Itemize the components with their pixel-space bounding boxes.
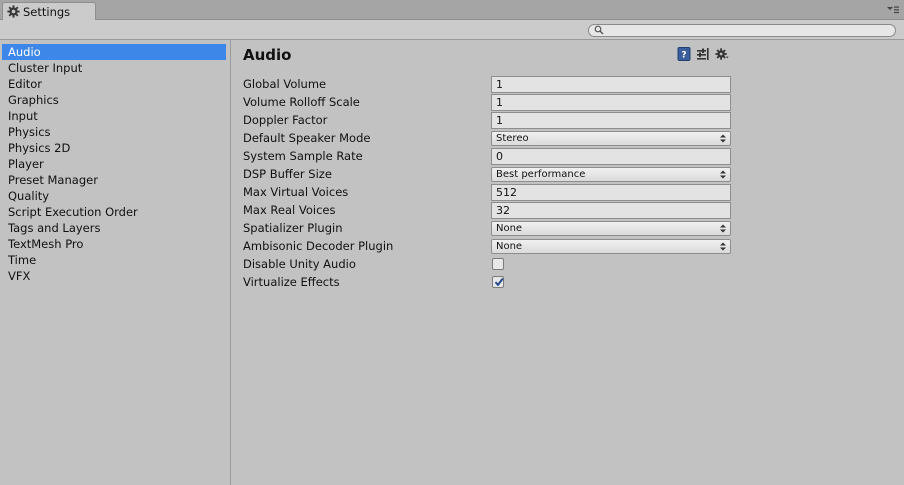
dsp-buffer-size-label: DSP Buffer Size (243, 167, 332, 181)
ambisonic-decoder-plugin-label: Ambisonic Decoder Plugin (243, 239, 394, 253)
sidebar-item-tags-and-layers[interactable]: Tags and Layers (2, 220, 226, 236)
sidebar-item-physics-2d[interactable]: Physics 2D (2, 140, 226, 156)
tab-settings[interactable]: Settings (2, 2, 96, 20)
disable-unity-audio-checkbox[interactable] (492, 258, 504, 270)
dropdown-arrows-icon (720, 242, 726, 251)
row-volume-rolloff-scale: Volume Rolloff Scale 1 (243, 94, 733, 112)
page-title: Audio (243, 46, 292, 64)
help-book-icon[interactable]: ? (677, 47, 691, 61)
sidebar-item-editor[interactable]: Editor (2, 76, 226, 92)
row-disable-unity-audio: Disable Unity Audio (243, 256, 733, 274)
row-max-real-voices: Max Real Voices 32 (243, 202, 733, 220)
gear-icon (7, 5, 20, 18)
doppler-factor-field[interactable]: 1 (491, 112, 731, 129)
volume-rolloff-scale-label: Volume Rolloff Scale (243, 95, 360, 109)
default-speaker-mode-label: Default Speaker Mode (243, 131, 371, 145)
row-virtualize-effects: Virtualize Effects (243, 274, 733, 292)
default-speaker-mode-value: Stereo (496, 133, 529, 144)
virtualize-effects-checkbox[interactable] (492, 276, 504, 288)
default-speaker-mode-dropdown[interactable]: Stereo (491, 131, 731, 146)
row-global-volume: Global Volume 1 (243, 76, 733, 94)
ambisonic-decoder-plugin-dropdown[interactable]: None (491, 239, 731, 254)
settings-gear-icon[interactable] (715, 47, 729, 61)
tab-title: Settings (23, 4, 71, 19)
system-sample-rate-label: System Sample Rate (243, 149, 363, 163)
dropdown-arrows-icon (720, 134, 726, 143)
audio-settings-panel: Audio ? Global Volume 1 Volume Rolloff S… (232, 40, 904, 485)
sidebar-item-time[interactable]: Time (2, 252, 226, 268)
sidebar-item-input[interactable]: Input (2, 108, 226, 124)
sidebar-item-preset-manager[interactable]: Preset Manager (2, 172, 226, 188)
sidebar-item-textmesh-pro[interactable]: TextMesh Pro (2, 236, 226, 252)
sidebar-item-cluster-input[interactable]: Cluster Input (2, 60, 226, 76)
spatializer-plugin-label: Spatializer Plugin (243, 221, 343, 235)
max-real-voices-label: Max Real Voices (243, 203, 336, 217)
global-volume-label: Global Volume (243, 77, 327, 91)
dropdown-arrows-icon (720, 170, 726, 179)
row-system-sample-rate: System Sample Rate 0 (243, 148, 733, 166)
ambisonic-decoder-plugin-value: None (496, 241, 523, 252)
sidebar-item-quality[interactable]: Quality (2, 188, 226, 204)
svg-text:?: ? (681, 51, 686, 61)
preset-sliders-icon[interactable] (696, 47, 710, 61)
virtualize-effects-label: Virtualize Effects (243, 275, 340, 289)
settings-sidebar: Audio Cluster Input Editor Graphics Inpu… (0, 40, 231, 485)
system-sample-rate-field[interactable]: 0 (491, 148, 731, 165)
disable-unity-audio-label: Disable Unity Audio (243, 257, 356, 271)
sidebar-item-player[interactable]: Player (2, 156, 226, 172)
sidebar-item-script-execution-order[interactable]: Script Execution Order (2, 204, 226, 220)
dsp-buffer-size-value: Best performance (496, 169, 586, 180)
sidebar-item-audio[interactable]: Audio (2, 44, 226, 60)
max-virtual-voices-label: Max Virtual Voices (243, 185, 349, 199)
max-virtual-voices-field[interactable]: 512 (491, 184, 731, 201)
max-real-voices-field[interactable]: 32 (491, 202, 731, 219)
tab-bar: Settings (0, 0, 904, 20)
toolbar (0, 20, 904, 40)
search-icon (594, 25, 604, 35)
header-icons: ? (677, 47, 729, 61)
row-dsp-buffer-size: DSP Buffer Size Best performance (243, 166, 733, 184)
row-max-virtual-voices: Max Virtual Voices 512 (243, 184, 733, 202)
sidebar-item-physics[interactable]: Physics (2, 124, 226, 140)
row-spatializer-plugin: Spatializer Plugin None (243, 220, 733, 238)
doppler-factor-label: Doppler Factor (243, 113, 328, 127)
spatializer-plugin-dropdown[interactable]: None (491, 221, 731, 236)
row-default-speaker-mode: Default Speaker Mode Stereo (243, 130, 733, 148)
search-box[interactable] (588, 24, 896, 37)
spatializer-plugin-value: None (496, 223, 523, 234)
checkmark-icon (494, 277, 504, 287)
row-doppler-factor: Doppler Factor 1 (243, 112, 733, 130)
global-volume-field[interactable]: 1 (491, 76, 731, 93)
search-input[interactable] (605, 25, 885, 36)
tab-menu-icon[interactable] (886, 5, 900, 15)
dsp-buffer-size-dropdown[interactable]: Best performance (491, 167, 731, 182)
sidebar-item-graphics[interactable]: Graphics (2, 92, 226, 108)
sidebar-item-vfx[interactable]: VFX (2, 268, 226, 284)
dropdown-arrows-icon (720, 224, 726, 233)
volume-rolloff-scale-field[interactable]: 1 (491, 94, 731, 111)
row-ambisonic-decoder-plugin: Ambisonic Decoder Plugin None (243, 238, 733, 256)
